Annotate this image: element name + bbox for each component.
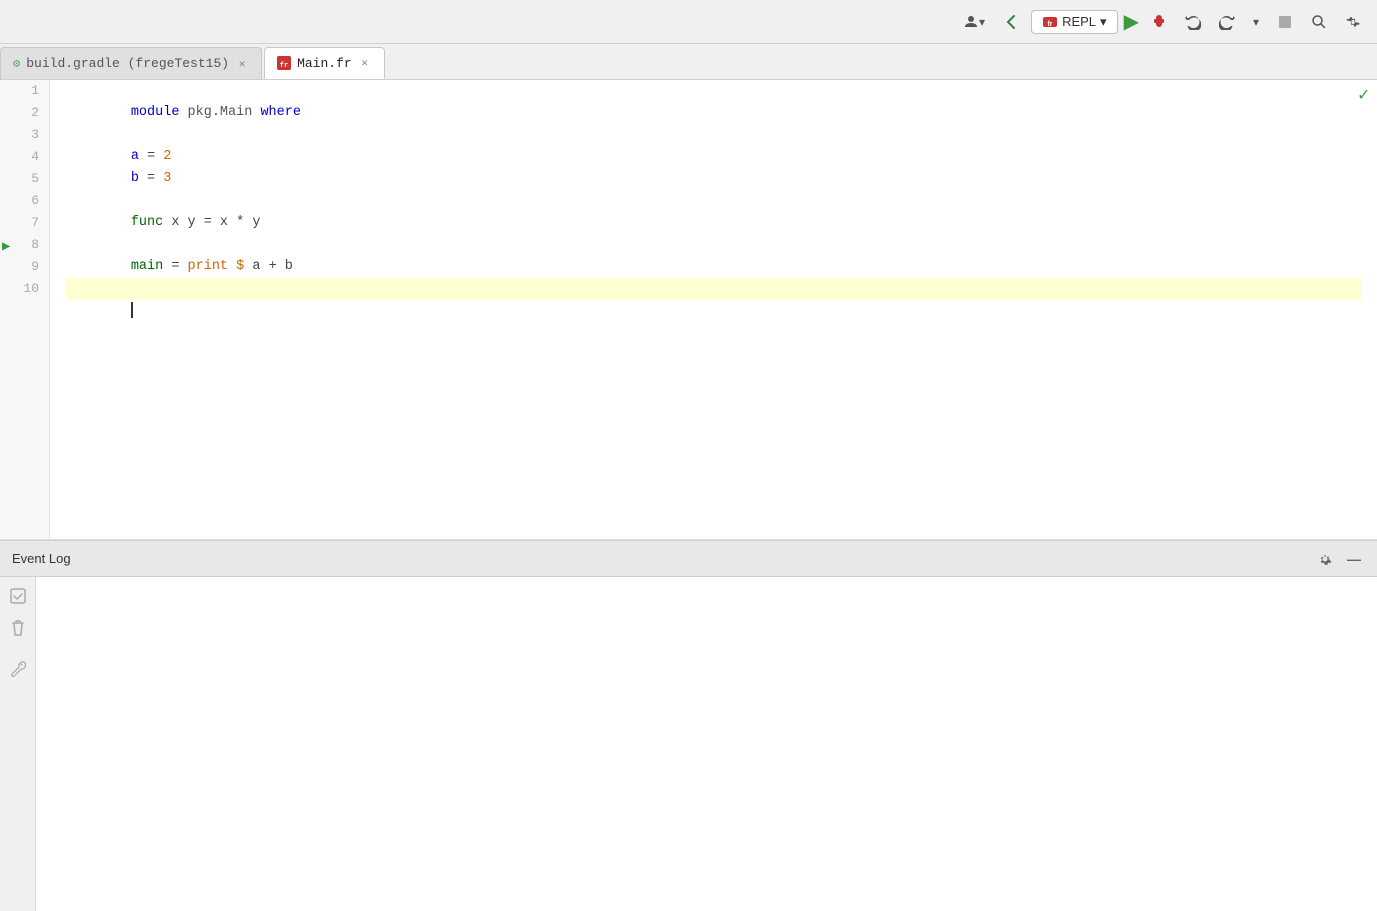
svg-text:fr: fr bbox=[280, 62, 288, 70]
event-log-wrench-button[interactable] bbox=[5, 657, 31, 679]
event-log-sidebar bbox=[0, 577, 36, 911]
tab-build-gradle[interactable]: ⚙ build.gradle (fregeTest15) ✕ bbox=[0, 47, 262, 79]
func-body: x y = x * y bbox=[163, 215, 260, 230]
code-line-10[interactable] bbox=[66, 278, 1361, 300]
event-log-body bbox=[0, 577, 1377, 911]
line-num-5: 5 bbox=[0, 168, 49, 190]
var-a: a bbox=[131, 149, 139, 164]
settings-button[interactable] bbox=[1339, 10, 1367, 34]
num-3: 3 bbox=[163, 171, 171, 186]
code-line-5 bbox=[66, 168, 1361, 190]
user-dropdown-arrow: ▾ bbox=[979, 15, 985, 29]
event-log-title: Event Log bbox=[12, 551, 71, 566]
cursor bbox=[131, 302, 133, 318]
line-num-8: ▶ 8 bbox=[0, 234, 49, 256]
tab-main-fr-close[interactable]: ✕ bbox=[358, 56, 372, 70]
fn-func: func bbox=[131, 215, 163, 230]
keyword-module: module bbox=[131, 105, 188, 120]
tab-build-gradle-label: build.gradle (fregeTest15) bbox=[26, 56, 229, 71]
module-path: pkg.Main bbox=[188, 105, 253, 120]
wrench-icon bbox=[9, 659, 27, 677]
code-line-4: b = 3 bbox=[66, 146, 1361, 168]
line-num-7: 7 bbox=[0, 212, 49, 234]
nav-dropdown-arrow: ▾ bbox=[1253, 15, 1259, 29]
repl-label: REPL bbox=[1062, 14, 1096, 29]
line-num-4: 4 bbox=[0, 146, 49, 168]
eq-op-4: = bbox=[139, 171, 163, 186]
run-gutter-icon[interactable]: ▶ bbox=[2, 236, 10, 258]
var-b: b bbox=[131, 171, 139, 186]
eq-op-8: = bbox=[163, 259, 187, 274]
repl-dropdown-icon: ▾ bbox=[1100, 14, 1107, 30]
event-log-minimize-button[interactable]: — bbox=[1343, 549, 1365, 569]
svg-text:fr: fr bbox=[1048, 21, 1053, 28]
search-button[interactable] bbox=[1305, 10, 1333, 34]
line-num-2: 2 bbox=[0, 102, 49, 124]
mark-read-icon bbox=[9, 587, 27, 605]
trash-icon bbox=[10, 619, 26, 637]
redo-button[interactable] bbox=[1213, 10, 1241, 34]
run-button[interactable]: ▶ bbox=[1124, 9, 1139, 34]
line-num-6: 6 bbox=[0, 190, 49, 212]
expr-ab: a + b bbox=[244, 259, 293, 274]
event-log-mark-button[interactable] bbox=[5, 585, 31, 607]
minimize-icon: — bbox=[1347, 551, 1361, 567]
tab-main-fr[interactable]: fr Main.fr ✕ bbox=[264, 47, 385, 79]
line-num-1: 1 bbox=[0, 80, 49, 102]
code-line-1: module pkg.Main where bbox=[66, 80, 1361, 102]
tab-bar: ⚙ build.gradle (fregeTest15) ✕ fr Main.f… bbox=[0, 44, 1377, 80]
line-numbers: 1 2 3 4 5 6 7 ▶ 8 9 10 bbox=[0, 80, 50, 539]
gradle-icon: ⚙ bbox=[13, 56, 20, 71]
back-button[interactable] bbox=[997, 10, 1025, 34]
frege-icon: fr bbox=[277, 56, 291, 70]
debug-button[interactable] bbox=[1145, 10, 1173, 34]
code-area[interactable]: ✓ module pkg.Main where a = 2 b = 3 func… bbox=[50, 80, 1377, 539]
user-button[interactable]: ▾ bbox=[957, 10, 991, 34]
ide-window: ▾ fr REPL ▾ ▶ bbox=[0, 0, 1377, 911]
code-line-6: func x y = x * y bbox=[66, 190, 1361, 212]
fn-main: main bbox=[131, 259, 163, 274]
num-2: 2 bbox=[163, 149, 171, 164]
tab-build-gradle-close[interactable]: ✕ bbox=[235, 57, 249, 71]
event-log-delete-button[interactable] bbox=[6, 617, 30, 639]
toolbar: ▾ fr REPL ▾ ▶ bbox=[0, 0, 1377, 44]
event-log-panel: Event Log — bbox=[0, 540, 1377, 911]
settings-gear-icon bbox=[1317, 551, 1333, 567]
line-num-9: 9 bbox=[0, 256, 49, 278]
event-log-content bbox=[36, 577, 1377, 911]
line-num-3: 3 bbox=[0, 124, 49, 146]
line-num-10: 10 bbox=[0, 278, 49, 300]
space-8 bbox=[228, 259, 236, 274]
editor-wrapper: 1 2 3 4 5 6 7 ▶ 8 9 10 ✓ module pkg.Main… bbox=[0, 80, 1377, 540]
check-mark-icon: ✓ bbox=[1358, 84, 1369, 106]
undo-button[interactable] bbox=[1179, 10, 1207, 34]
event-log-header: Event Log — bbox=[0, 541, 1377, 577]
nav-dropdown-button[interactable]: ▾ bbox=[1247, 11, 1265, 33]
code-line-3: a = 2 bbox=[66, 124, 1361, 146]
event-log-settings-button[interactable] bbox=[1313, 549, 1337, 569]
keyword-print: print bbox=[188, 259, 229, 274]
keyword-where: where bbox=[252, 105, 301, 120]
tab-main-fr-label: Main.fr bbox=[297, 56, 352, 71]
eq-op-3: = bbox=[139, 149, 163, 164]
code-line-8: main = print $ a + b bbox=[66, 234, 1361, 256]
repl-button[interactable]: fr REPL ▾ bbox=[1031, 10, 1118, 34]
event-log-actions: — bbox=[1313, 549, 1365, 569]
stop-button[interactable] bbox=[1271, 10, 1299, 34]
